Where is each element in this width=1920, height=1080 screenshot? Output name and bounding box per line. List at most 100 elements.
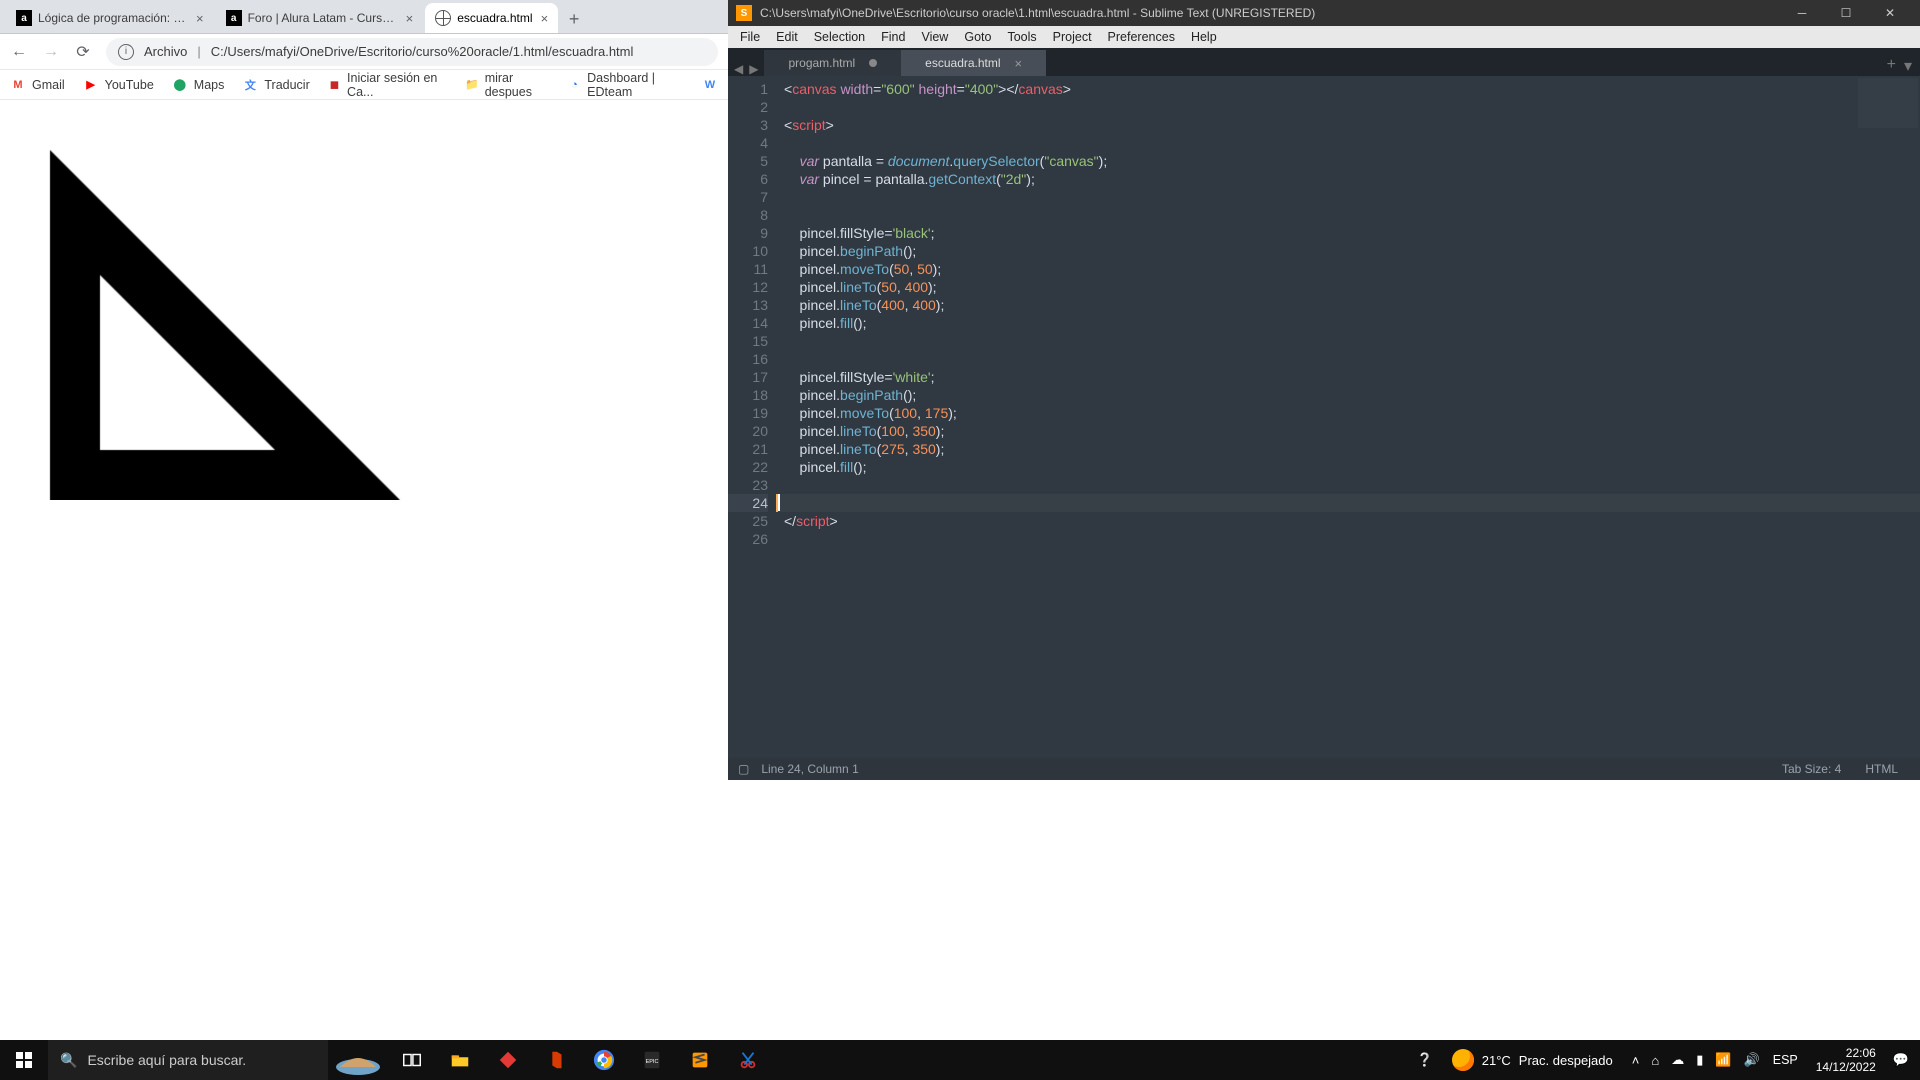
wifi-icon[interactable]: 📶 [1710,1052,1736,1068]
menu-find[interactable]: Find [873,30,913,44]
bookmark-label: Iniciar sesión en Ca... [347,71,447,99]
menu-file[interactable]: File [732,30,768,44]
close-file-icon[interactable]: × [1015,56,1023,71]
code-line-3[interactable]: <script> [784,116,1920,134]
task-view-button[interactable] [388,1040,436,1080]
code-line-4[interactable] [784,134,1920,152]
code-line-7[interactable] [784,188,1920,206]
code-line-16[interactable] [784,350,1920,368]
minimize-button[interactable]: ─ [1780,0,1824,26]
menu-project[interactable]: Project [1045,30,1100,44]
maximize-button[interactable]: ☐ [1824,0,1868,26]
taskbar-search[interactable]: 🔍 Escribe aquí para buscar. [48,1040,328,1080]
status-panel-icon[interactable]: ▢ [738,762,749,776]
weather-widget[interactable]: 21°C Prac. despejado [1440,1049,1625,1071]
bookmark-0[interactable]: MGmail [10,77,65,93]
office-app[interactable] [532,1040,580,1080]
code-line-21[interactable]: pincel.lineTo(275, 350); [784,440,1920,458]
tab-nav-arrows[interactable]: ◀▶ [728,62,764,76]
tray-chevron-icon[interactable]: ˄ [1627,1053,1645,1068]
chrome-tab-1[interactable]: a Foro | Alura Latam - Cursos onlin × [216,3,424,33]
tab-dropdown-icon[interactable]: ▾ [1904,56,1912,76]
file-tab-1[interactable]: escuadra.html× [901,50,1046,76]
code-line-1[interactable]: <canvas width="600" height="400"></canva… [784,80,1920,98]
file-tab-0[interactable]: progam.html [764,50,901,76]
bookmark-overflow[interactable]: W [702,77,718,93]
code-line-5[interactable]: var pantalla = document.querySelector("c… [784,152,1920,170]
menu-tools[interactable]: Tools [999,30,1044,44]
menu-view[interactable]: View [913,30,956,44]
chrome-tab-0[interactable]: a Lógica de programación: Practica × [6,3,214,33]
menu-help[interactable]: Help [1183,30,1225,44]
start-button[interactable] [0,1040,48,1080]
language-indicator[interactable]: ESP [1767,1053,1804,1067]
bookmark-3[interactable]: 文Traducir [242,77,309,93]
close-tab-icon[interactable]: × [541,11,549,26]
code-line-12[interactable]: pincel.lineTo(50, 400); [784,278,1920,296]
menu-preferences[interactable]: Preferences [1100,30,1183,44]
notifications-icon[interactable]: 💬 [1888,1052,1914,1068]
onedrive-icon[interactable]: ☁ [1666,1052,1689,1068]
code-line-10[interactable]: pincel.beginPath(); [784,242,1920,260]
sublime-titlebar[interactable]: S C:\Users\mafyi\OneDrive\Escritorio\cur… [728,0,1920,26]
chrome-tab-2[interactable]: escuadra.html × [425,3,558,33]
code-line-14[interactable]: pincel.fill(); [784,314,1920,332]
menu-edit[interactable]: Edit [768,30,806,44]
reload-button[interactable]: ⟳ [74,42,92,62]
sublime-tabstrip: ◀▶ progam.htmlescuadra.html× + ▾ [728,48,1920,76]
menu-goto[interactable]: Goto [956,30,999,44]
app-red[interactable] [484,1040,532,1080]
address-bar[interactable]: i Archivo | C:/Users/mafyi/OneDrive/Escr… [106,38,718,66]
windows-taskbar: 🔍 Escribe aquí para buscar. EPIC ❔ 21°C … [0,1040,1920,1080]
meet-now-icon[interactable]: ⌂ [1646,1053,1664,1068]
chrome-app[interactable] [580,1040,628,1080]
tab-title: Foro | Alura Latam - Cursos onlin [248,11,398,25]
snipping-app[interactable] [724,1040,772,1080]
close-button[interactable]: ✕ [1868,0,1912,26]
code-line-25[interactable]: </script> [784,512,1920,530]
volume-icon[interactable]: 🔊 [1739,1052,1765,1068]
bookmark-6[interactable]: ◔Dashboard | EDteam [568,71,684,99]
epic-app[interactable]: EPIC [628,1040,676,1080]
new-tab-button[interactable]: + [560,5,588,33]
code-line-26[interactable] [784,530,1920,548]
code-line-18[interactable]: pincel.beginPath(); [784,386,1920,404]
back-button[interactable]: ← [10,43,28,61]
editor-area[interactable]: 1234567891011121314151617181920212223242… [728,76,1920,758]
page-viewport [0,100,728,780]
code-line-15[interactable] [784,332,1920,350]
code-line-13[interactable]: pincel.lineTo(400, 400); [784,296,1920,314]
clock[interactable]: 22:06 14/12/2022 [1806,1046,1886,1074]
new-tab-icon[interactable]: + [1887,56,1896,76]
code-area[interactable]: <canvas width="600" height="400"></canva… [776,76,1920,758]
code-line-20[interactable]: pincel.lineTo(100, 350); [784,422,1920,440]
help-icon[interactable]: ❔ [1412,1052,1438,1068]
code-line-6[interactable]: var pincel = pantalla.getContext("2d"); [784,170,1920,188]
bookmark-icon: ⬤ [172,77,188,93]
code-line-8[interactable] [784,206,1920,224]
code-line-2[interactable] [784,98,1920,116]
status-position[interactable]: Line 24, Column 1 [749,762,870,776]
sublime-app[interactable] [676,1040,724,1080]
weather-text: Prac. despejado [1519,1053,1613,1068]
bookmark-2[interactable]: ⬤Maps [172,77,225,93]
bookmark-4[interactable]: ◼Iniciar sesión en Ca... [328,71,447,99]
code-line-9[interactable]: pincel.fillStyle='black'; [784,224,1920,242]
code-line-22[interactable]: pincel.fill(); [784,458,1920,476]
code-line-11[interactable]: pincel.moveTo(50, 50); [784,260,1920,278]
explorer-app[interactable] [436,1040,484,1080]
close-tab-icon[interactable]: × [406,11,414,26]
status-language[interactable]: HTML [1853,762,1910,776]
status-tabsize[interactable]: Tab Size: 4 [1770,762,1853,776]
menu-selection[interactable]: Selection [806,30,873,44]
minimap[interactable] [1858,78,1918,128]
battery-icon[interactable]: ▮ [1691,1052,1708,1068]
bookmark-1[interactable]: ▶YouTube [83,77,154,93]
bookmark-5[interactable]: 📁mirar despues [465,71,550,99]
close-tab-icon[interactable]: × [196,11,204,26]
code-line-17[interactable]: pincel.fillStyle='white'; [784,368,1920,386]
info-icon[interactable]: i [118,44,134,60]
code-line-23[interactable] [784,476,1920,494]
code-line-19[interactable]: pincel.moveTo(100, 175); [784,404,1920,422]
forward-button[interactable]: → [42,43,60,61]
